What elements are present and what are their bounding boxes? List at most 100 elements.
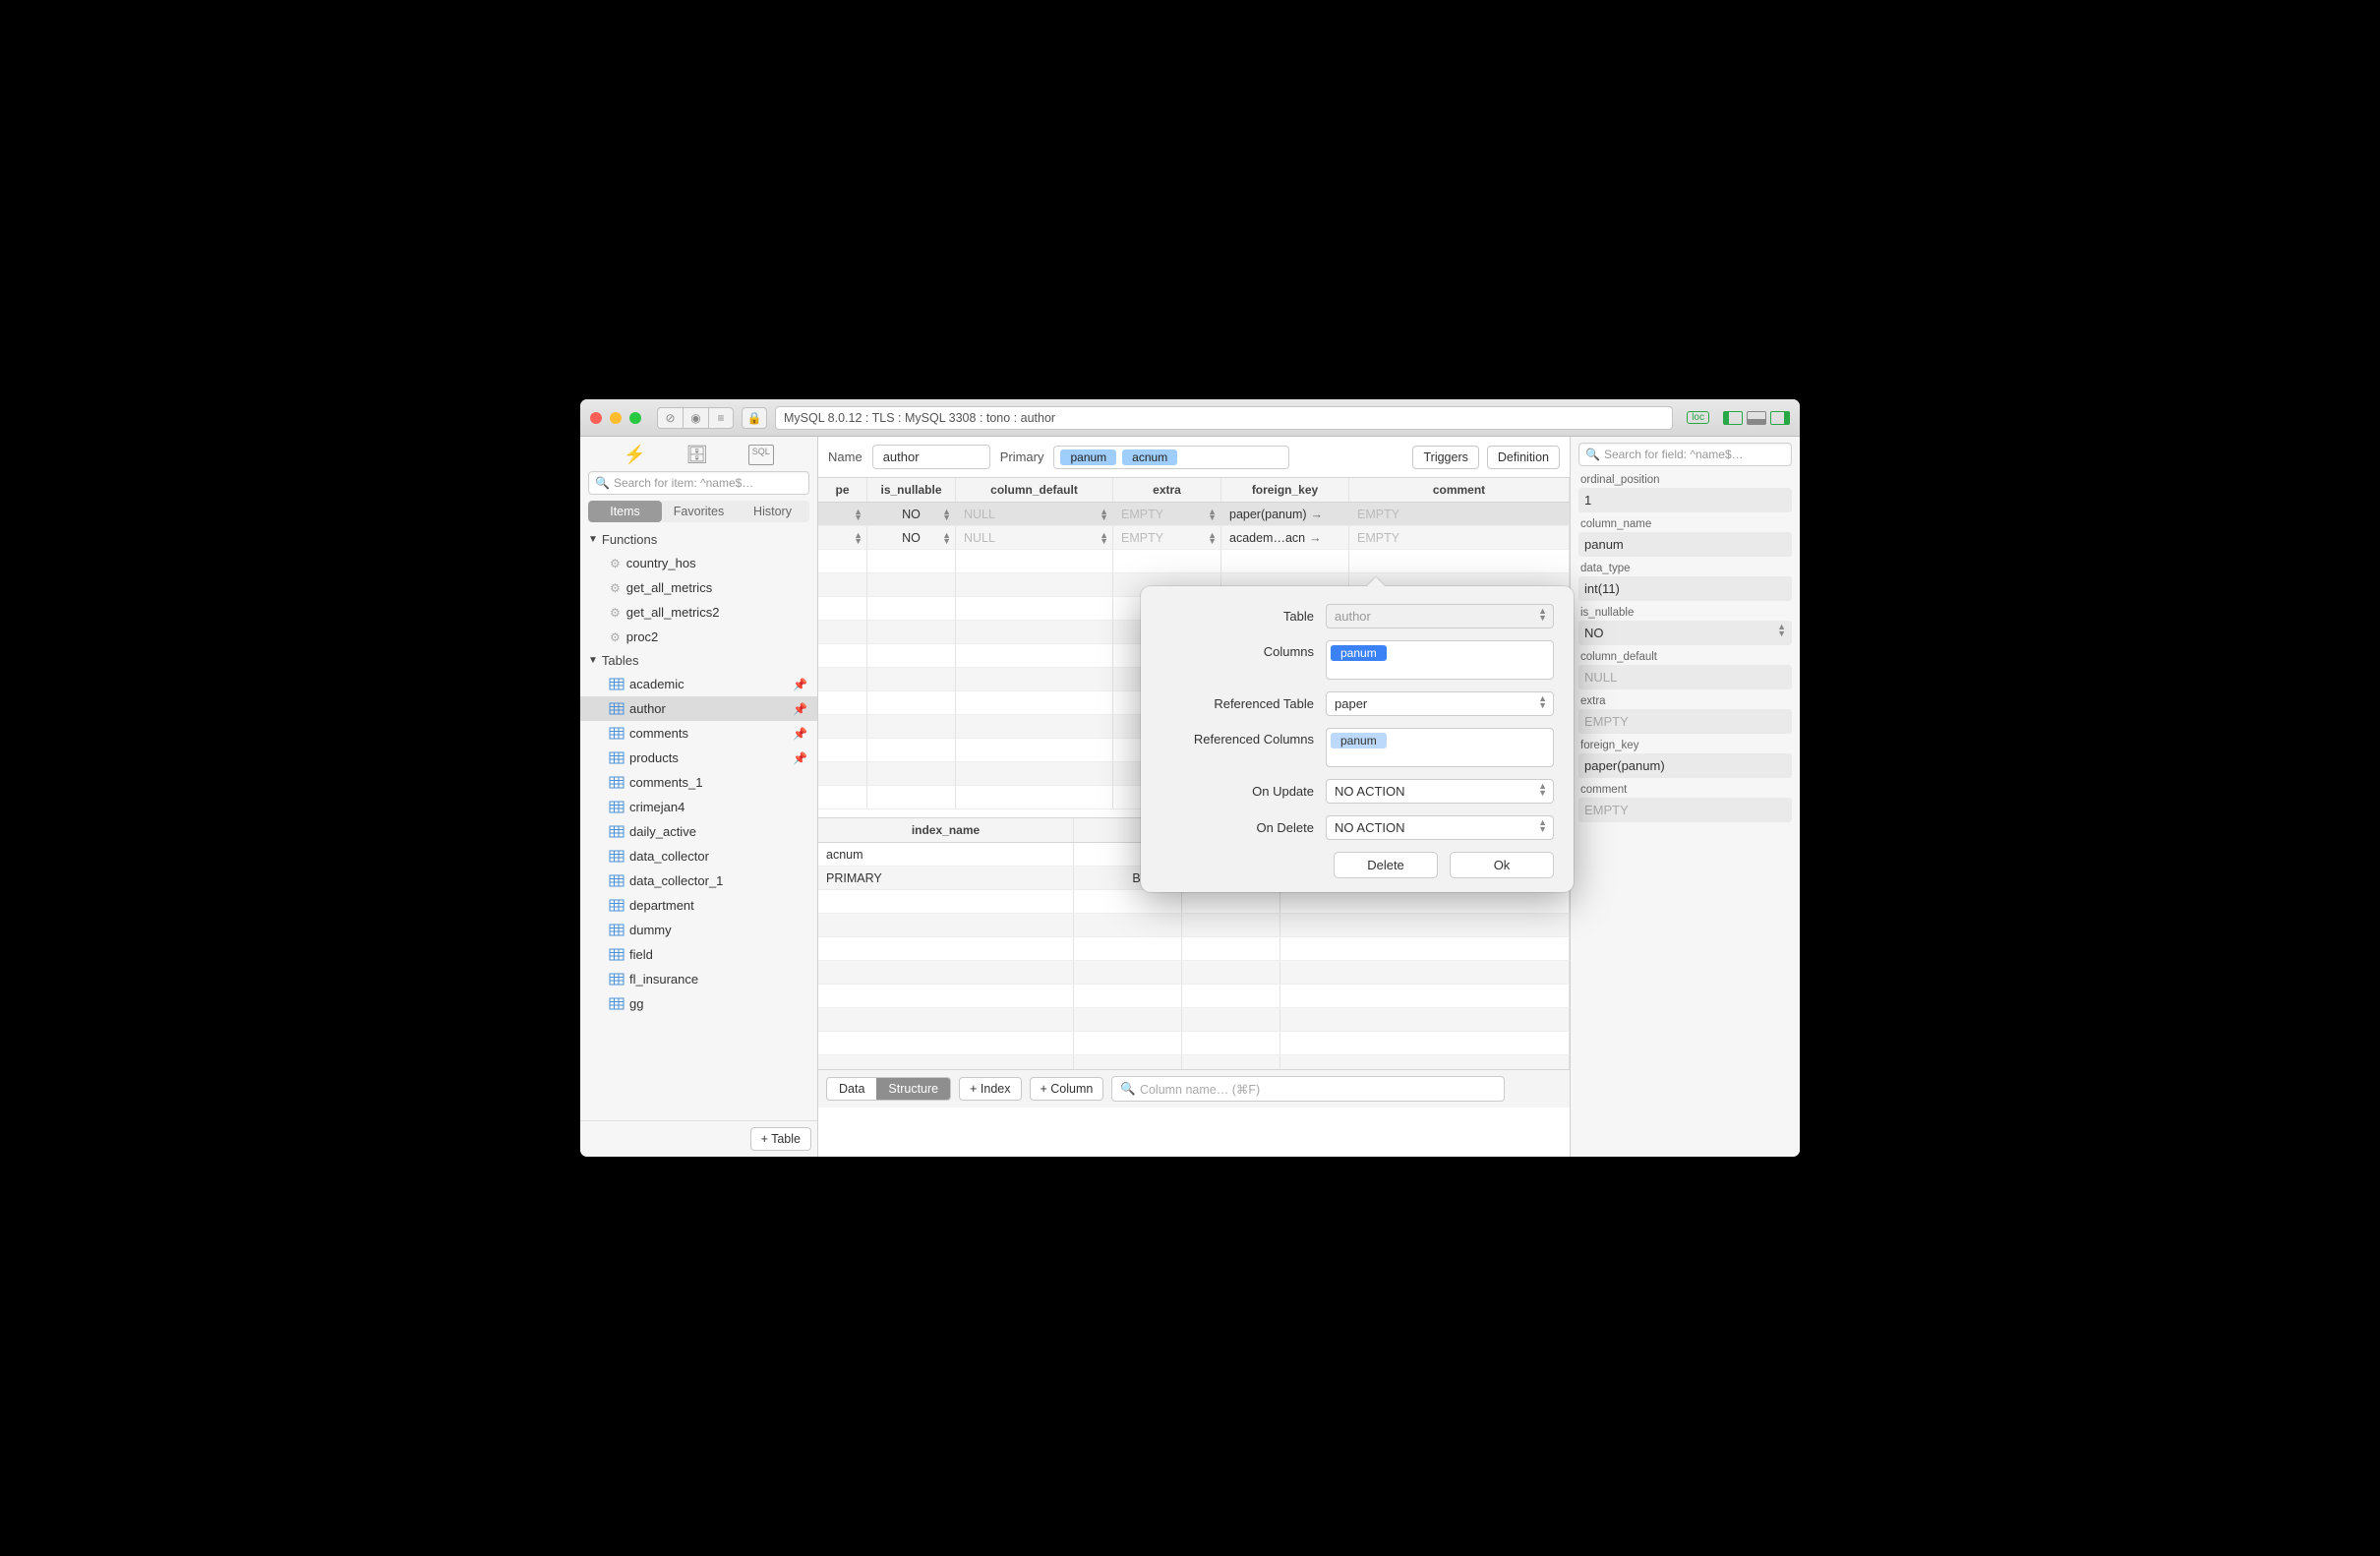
table-icon: [610, 679, 624, 689]
zoom-window-icon[interactable]: [629, 412, 641, 424]
right-panel-toggle-icon[interactable]: [1770, 411, 1790, 425]
sidebar-item-table[interactable]: comments_1: [580, 770, 817, 795]
sidebar-item-table[interactable]: field: [580, 942, 817, 967]
inspector-value[interactable]: EMPTY: [1578, 798, 1792, 822]
sidebar-search[interactable]: 🔍 Search for item: ^name$…: [588, 471, 809, 495]
gear-icon: ⚙: [610, 630, 621, 644]
lock-icon[interactable]: 🔒: [742, 407, 767, 429]
primary-pill: acnum: [1122, 449, 1177, 465]
triggers-button[interactable]: Triggers: [1412, 446, 1478, 469]
name-label: Name: [828, 449, 863, 464]
inspector-search[interactable]: 🔍 Search for field: ^name$…: [1578, 443, 1792, 466]
add-index-button[interactable]: + Index: [959, 1077, 1021, 1101]
inspector-value[interactable]: panum: [1578, 532, 1792, 557]
index-header-name[interactable]: index_name: [818, 818, 1074, 842]
col-header-pe[interactable]: pe: [818, 478, 867, 502]
plug-icon[interactable]: ⚡: [624, 445, 645, 465]
popover-label-ref-table: Referenced Table: [1160, 696, 1314, 711]
table-name-field[interactable]: author: [872, 445, 990, 469]
sidebar-item-table[interactable]: comments📌: [580, 721, 817, 746]
list-icon[interactable]: ≡: [708, 407, 734, 429]
sidebar-item-table[interactable]: gg: [580, 991, 817, 1016]
empty-row: [818, 1008, 1570, 1032]
col-header-extra[interactable]: extra: [1113, 478, 1221, 502]
sidebar-search-placeholder: Search for item: ^name$…: [614, 476, 753, 490]
inspector-label: is_nullable: [1580, 607, 1790, 619]
seg-structure[interactable]: Structure: [876, 1078, 950, 1100]
add-table-button[interactable]: + Table: [750, 1127, 811, 1151]
primary-key-field[interactable]: panum acnum: [1053, 446, 1289, 469]
table-name: author: [629, 701, 666, 716]
popover-ref-table-select[interactable]: paper▲▼: [1326, 691, 1554, 716]
sidebar-item-table[interactable]: data_collector: [580, 844, 817, 868]
sidebar-item-table[interactable]: crimejan4: [580, 795, 817, 819]
connection-path[interactable]: MySQL 8.0.12 : TLS : MySQL 3308 : tono :…: [775, 406, 1673, 430]
bottom-panel-toggle-icon[interactable]: [1747, 411, 1766, 425]
col-header-is-nullable[interactable]: is_nullable: [867, 478, 956, 502]
gear-icon: ⚙: [610, 557, 621, 570]
column-filter-input[interactable]: 🔍 Column name… (⌘F): [1111, 1076, 1505, 1102]
chevron-updown-icon: ▲▼: [1538, 819, 1547, 833]
col-header-foreign-key[interactable]: foreign_key: [1221, 478, 1349, 502]
plus-icon: +: [970, 1082, 981, 1096]
seg-data[interactable]: Data: [827, 1078, 876, 1100]
sidebar-item-table[interactable]: dummy: [580, 918, 817, 942]
close-window-icon[interactable]: [590, 412, 602, 424]
popover-delete-button[interactable]: Delete: [1334, 852, 1438, 878]
popover-ok-button[interactable]: Ok: [1450, 852, 1554, 878]
add-column-button[interactable]: + Column: [1030, 1077, 1104, 1101]
tab-items[interactable]: Items: [588, 501, 662, 522]
sidebar-item-function[interactable]: ⚙get_all_metrics2: [580, 600, 817, 625]
left-panel-toggle-icon[interactable]: [1723, 411, 1743, 425]
empty-row: [818, 937, 1570, 961]
inspector-value[interactable]: int(11): [1578, 576, 1792, 601]
column-row[interactable]: ▲▼NO▲▼NULL▲▼EMPTY▲▼paper(panum)→EMPTY: [818, 503, 1570, 526]
arrow-right-icon: →: [1311, 508, 1324, 521]
col-header-column-default[interactable]: column_default: [956, 478, 1113, 502]
sidebar-item-table[interactable]: fl_insurance: [580, 967, 817, 991]
empty-row: [818, 550, 1570, 573]
sidebar-item-table[interactable]: academic📌: [580, 672, 817, 696]
functions-header[interactable]: ▼ Functions: [580, 528, 817, 551]
inspector-value[interactable]: NO▲▼: [1578, 621, 1792, 645]
table-name: crimejan4: [629, 800, 684, 814]
sidebar-item-function[interactable]: ⚙get_all_metrics: [580, 575, 817, 600]
eye-icon[interactable]: ◉: [683, 407, 708, 429]
sidebar-item-table[interactable]: data_collector_1: [580, 868, 817, 893]
table-icon: [610, 777, 624, 788]
popover-label-on-delete: On Delete: [1160, 820, 1314, 835]
sidebar-item-table[interactable]: author 📌: [580, 696, 817, 721]
sidebar-item-function[interactable]: ⚙country_hos: [580, 551, 817, 575]
table-icon: [610, 728, 624, 739]
inspector-value[interactable]: NULL: [1578, 665, 1792, 689]
empty-row: [818, 1055, 1570, 1069]
inspector-value[interactable]: EMPTY: [1578, 709, 1792, 734]
popover-columns-field[interactable]: panum: [1326, 640, 1554, 680]
pin-icon: 📌: [793, 751, 807, 765]
inspector-value[interactable]: 1: [1578, 488, 1792, 512]
popover-table-select[interactable]: author▲▼: [1326, 604, 1554, 628]
col-header-comment[interactable]: comment: [1349, 478, 1570, 502]
popover-on-update-select[interactable]: NO ACTION▲▼: [1326, 779, 1554, 804]
table-icon: [610, 998, 624, 1009]
tables-header[interactable]: ▼ Tables: [580, 649, 817, 672]
column-row[interactable]: ▲▼NO▲▼NULL▲▼EMPTY▲▼academ…acn→EMPTY: [818, 526, 1570, 550]
stop-icon[interactable]: ⊘: [657, 407, 683, 429]
database-icon[interactable]: 🗄: [685, 445, 708, 465]
table-icon: [610, 703, 624, 714]
sidebar-item-table[interactable]: daily_active: [580, 819, 817, 844]
minimize-window-icon[interactable]: [610, 412, 622, 424]
inspector-value[interactable]: paper(panum): [1578, 753, 1792, 778]
table-name: field: [629, 947, 653, 962]
popover-ref-columns-field[interactable]: panum: [1326, 728, 1554, 767]
sidebar-item-function[interactable]: ⚙proc2: [580, 625, 817, 649]
sql-icon[interactable]: SQL: [748, 445, 774, 465]
definition-button[interactable]: Definition: [1487, 446, 1560, 469]
pin-icon: 📌: [793, 702, 807, 716]
sidebar-item-table[interactable]: department: [580, 893, 817, 918]
empty-row: [818, 914, 1570, 937]
sidebar-item-table[interactable]: products📌: [580, 746, 817, 770]
popover-on-delete-select[interactable]: NO ACTION▲▼: [1326, 815, 1554, 840]
tab-history[interactable]: History: [736, 501, 809, 522]
tab-favorites[interactable]: Favorites: [662, 501, 736, 522]
